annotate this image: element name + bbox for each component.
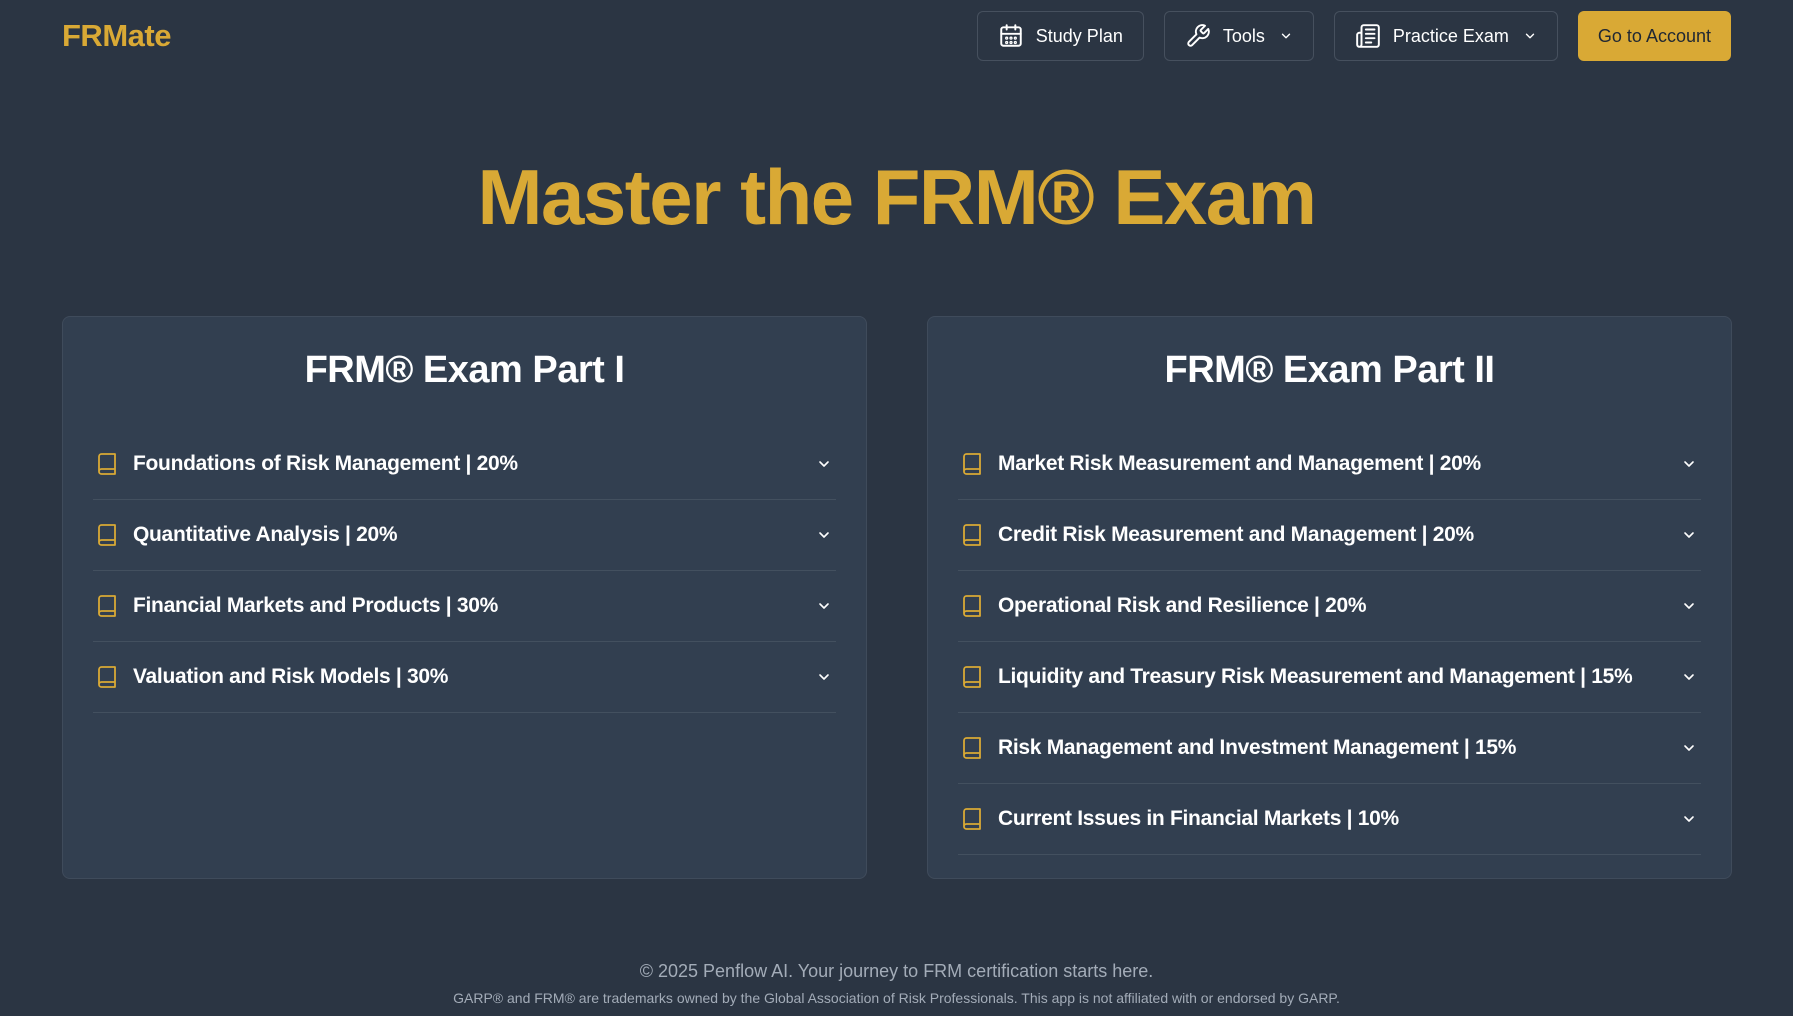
newspaper-icon [1355,23,1381,49]
calendar-icon [998,23,1024,49]
book-icon [960,452,986,476]
footer-copyright: © 2025 Penflow AI. Your journey to FRM c… [639,961,1154,981]
practice-exam-menu-button[interactable]: Practice Exam [1333,11,1558,61]
topic-label: Market Risk Measurement and Management |… [998,452,1481,475]
study-plan-label: Study Plan [1035,25,1123,46]
part2-topic-list: Market Risk Measurement and Management |… [958,429,1701,855]
book-icon [95,594,121,618]
book-icon [960,594,986,618]
topic-label: Quantitative Analysis | 20% [133,523,398,546]
part1-topic-list: Foundations of Risk Management | 20% Quan… [93,429,836,713]
chevron-down-icon[interactable] [814,669,834,685]
topic-label: Liquidity and Treasury Risk Measurement … [998,665,1633,688]
book-icon [960,523,986,547]
topic-label: Valuation and Risk Models | 30% [133,665,449,688]
part1-card: FRM® Exam Part I Foundations of Risk Man… [62,316,867,879]
topic-label: Credit Risk Measurement and Management |… [998,523,1474,546]
topic-label: Current Issues in Financial Markets | 10… [998,807,1399,830]
logo[interactable]: FRMate [62,18,171,54]
chevron-down-icon[interactable] [1679,811,1699,827]
topic-row[interactable]: Current Issues in Financial Markets | 10… [958,784,1701,855]
book-icon [960,807,986,831]
study-plan-button[interactable]: Study Plan [976,11,1144,61]
chevron-down-icon[interactable] [1679,598,1699,614]
chevron-down-icon [1279,29,1293,43]
chevron-down-icon [1523,29,1537,43]
chevron-down-icon[interactable] [1679,669,1699,685]
book-icon [960,665,986,689]
topic-row[interactable]: Valuation and Risk Models | 30% [93,642,836,713]
chevron-down-icon[interactable] [1679,740,1699,756]
book-icon [960,736,986,760]
topic-row[interactable]: Liquidity and Treasury Risk Measurement … [958,642,1701,713]
top-nav: Study Plan Tools Practice Exam Go to Acc… [976,11,1731,61]
part2-title: FRM® Exam Part II [1164,349,1495,391]
tools-label: Tools [1222,25,1265,46]
topic-label: Foundations of Risk Management | 20% [133,452,518,475]
topic-row[interactable]: Risk Management and Investment Managemen… [958,713,1701,784]
book-icon [95,665,121,689]
part1-title: FRM® Exam Part I [304,349,625,391]
topic-row[interactable]: Foundations of Risk Management | 20% [93,429,836,500]
topic-label: Risk Management and Investment Managemen… [998,736,1517,759]
topic-row[interactable]: Market Risk Measurement and Management |… [958,429,1701,500]
chevron-down-icon[interactable] [1679,527,1699,543]
chevron-down-icon[interactable] [1679,456,1699,472]
topic-row[interactable]: Credit Risk Measurement and Management |… [958,500,1701,571]
topic-label: Financial Markets and Products | 30% [133,594,499,617]
topic-row[interactable]: Quantitative Analysis | 20% [93,500,836,571]
chevron-down-icon[interactable] [814,527,834,543]
footer-disclaimer: GARP® and FRM® are trademarks owned by t… [453,990,1340,1006]
chevron-down-icon[interactable] [814,598,834,614]
book-icon [95,452,121,476]
page: FRMate Study Plan Tools Practice Exam Go… [0,0,1793,1016]
wrench-icon [1185,23,1211,49]
page-title: Master the FRM® Exam [477,153,1317,241]
topic-row[interactable]: Operational Risk and Resilience | 20% [958,571,1701,642]
chevron-down-icon[interactable] [814,456,834,472]
tools-menu-button[interactable]: Tools [1163,11,1314,61]
part2-card: FRM® Exam Part II Market Risk Measuremen… [927,316,1732,879]
topic-row[interactable]: Financial Markets and Products | 30% [93,571,836,642]
go-to-account-button[interactable]: Go to Account [1577,11,1731,61]
practice-exam-label: Practice Exam [1392,25,1509,46]
header: FRMate Study Plan Tools Practice Exam Go… [0,0,1793,72]
topic-label: Operational Risk and Resilience | 20% [998,594,1367,617]
book-icon [95,523,121,547]
